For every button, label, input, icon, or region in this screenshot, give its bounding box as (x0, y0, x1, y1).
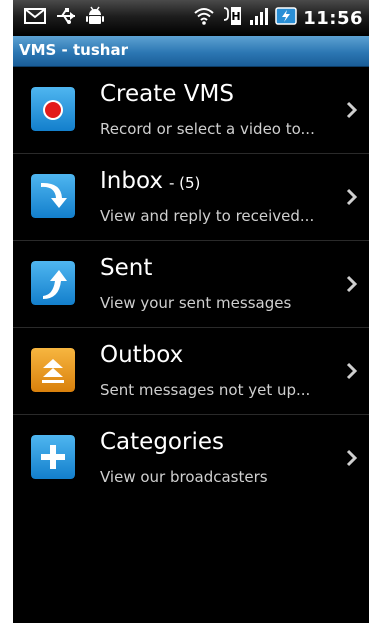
menu-item-subtitle: View and reply to received... (100, 207, 315, 225)
menu-item-subtitle: Record or select a video to... (100, 120, 315, 138)
sent-arrow-icon (31, 261, 75, 305)
inbox-arrow-icon (31, 174, 75, 218)
outbox-upload-icon (31, 348, 75, 392)
plus-icon (31, 435, 75, 479)
menu-list: Create VMS Record or select a video to..… (13, 67, 369, 501)
menu-item-create-vms[interactable]: Create VMS Record or select a video to..… (13, 67, 369, 154)
phone-screen: H 11:56 VMS - tushar Create VMS Record o… (13, 0, 369, 623)
chevron-right-icon (345, 101, 359, 119)
wifi-icon (193, 6, 215, 30)
chevron-right-icon (345, 188, 359, 206)
menu-item-subtitle: View our broadcasters (100, 468, 268, 486)
status-bar-system: H 11:56 (193, 5, 363, 31)
menu-item-title: Inbox - (5) (100, 168, 201, 194)
menu-item-subtitle: View your sent messages (100, 294, 292, 312)
menu-item-title: Sent (100, 255, 153, 281)
inbox-count: - (5) (168, 174, 201, 192)
menu-item-title: Categories (100, 429, 224, 455)
menu-item-subtitle: Sent messages not yet up... (100, 381, 311, 399)
chevron-right-icon (345, 362, 359, 380)
title-bar: VMS - tushar (13, 36, 369, 67)
menu-item-title: Create VMS (100, 81, 234, 107)
svg-text:H: H (232, 10, 241, 23)
status-bar-notifications (23, 5, 105, 31)
gmail-icon (23, 6, 47, 30)
menu-item-categories[interactable]: Categories View our broadcasters (13, 415, 369, 501)
usb-icon (55, 6, 77, 30)
menu-item-inbox[interactable]: Inbox - (5) View and reply to received... (13, 154, 369, 241)
chevron-right-icon (345, 449, 359, 467)
android-debug-icon (85, 5, 105, 31)
data-transfer-icon: H (221, 5, 243, 31)
menu-item-title: Outbox (100, 342, 184, 368)
battery-icon (275, 5, 297, 31)
signal-icon (249, 6, 269, 30)
chevron-right-icon (345, 275, 359, 293)
record-icon (31, 87, 75, 131)
menu-item-outbox[interactable]: Outbox Sent messages not yet up... (13, 328, 369, 415)
clock: 11:56 (303, 7, 363, 29)
menu-item-sent[interactable]: Sent View your sent messages (13, 241, 369, 328)
status-bar: H 11:56 (13, 0, 369, 36)
app-title: VMS - tushar (19, 41, 128, 59)
